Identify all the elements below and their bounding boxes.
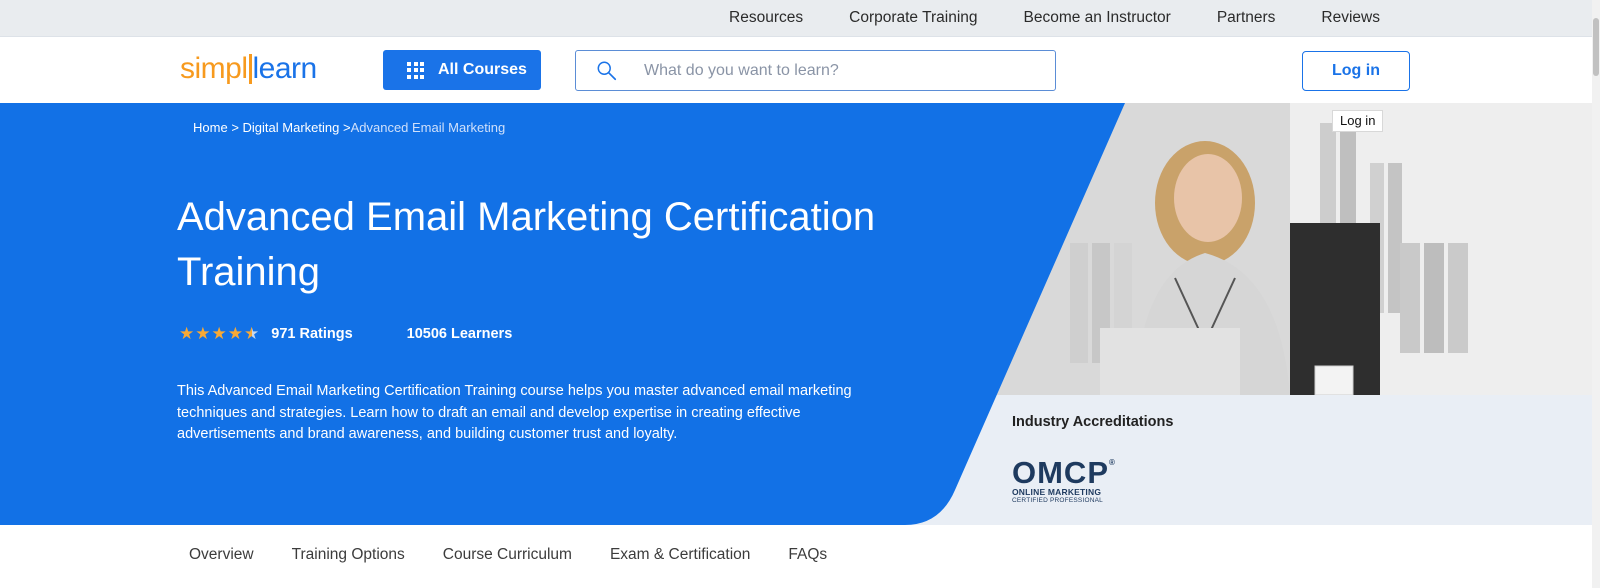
tab-training-options[interactable]: Training Options xyxy=(292,546,405,564)
breadcrumb: Home > Digital Marketing >Advanced Email… xyxy=(193,120,505,135)
star-icon: ★ xyxy=(179,324,195,343)
omcp-logo-line1: ONLINE MARKETING xyxy=(1012,487,1102,497)
omcp-logo-line2: CERTIFIED PROFESSIONAL xyxy=(1012,497,1103,504)
tab-course-curriculum[interactable]: Course Curriculum xyxy=(443,546,572,564)
course-description: This Advanced Email Marketing Certificat… xyxy=(177,383,852,442)
half-star-icon: ★ xyxy=(244,324,260,343)
rating-row: ★ ★ ★ ★ ★ 971 Ratings 10506 Learners xyxy=(179,324,512,344)
tab-faqs[interactable]: FAQs xyxy=(788,546,827,564)
tab-overview[interactable]: Overview xyxy=(189,546,254,564)
learners-count: 10506 Learners xyxy=(406,326,513,342)
omcp-logo-text: OMCP® xyxy=(1012,455,1116,490)
accreditations-heading: Industry Accreditations xyxy=(1012,414,1174,430)
scrollbar-thumb[interactable] xyxy=(1593,18,1599,76)
breadcrumb-digital-marketing[interactable]: Digital Marketing xyxy=(243,120,340,135)
login-tooltip: Log in xyxy=(1332,110,1384,132)
star-rating: ★ ★ ★ ★ ★ xyxy=(179,325,259,343)
course-tabs: Overview Training Options Course Curricu… xyxy=(189,540,865,570)
ratings-count[interactable]: 971 Ratings xyxy=(271,326,352,342)
star-icon: ★ xyxy=(227,324,243,343)
breadcrumb-separator: > xyxy=(342,120,351,135)
breadcrumb-home[interactable]: Home xyxy=(193,120,228,135)
breadcrumb-current: Advanced Email Marketing xyxy=(350,120,506,135)
breadcrumb-separator: > xyxy=(231,120,239,135)
page-title: Advanced Email Marketing Certification T… xyxy=(177,195,876,294)
star-icon: ★ xyxy=(211,324,227,343)
omcp-logo: OMCP® ONLINE MARKETING CERTIFIED PROFESS… xyxy=(1012,448,1132,505)
tab-exam-certification[interactable]: Exam & Certification xyxy=(610,546,750,564)
page-scrollbar[interactable] xyxy=(1592,0,1600,588)
star-icon: ★ xyxy=(195,324,211,343)
